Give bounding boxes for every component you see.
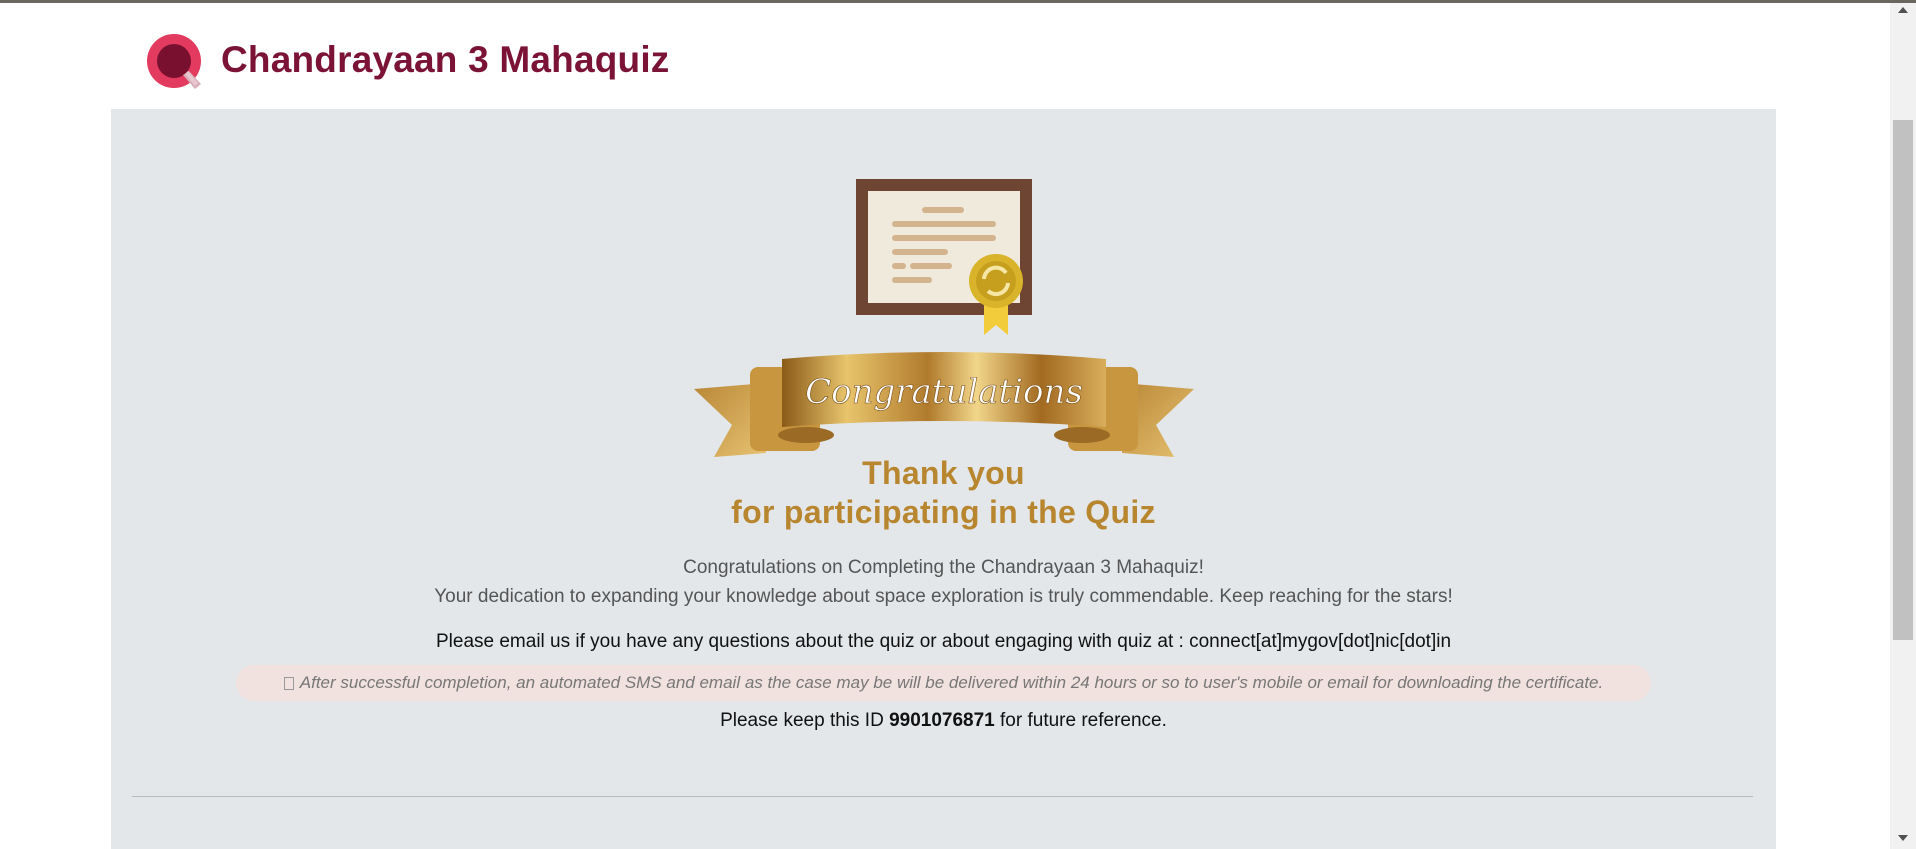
congratulations-line-2: Your dedication to expanding your knowle… <box>434 586 1453 607</box>
certificate-notice: After successful completion, an automate… <box>236 665 1651 701</box>
reference-id-value: 9901076871 <box>889 710 995 731</box>
completion-panel: Congratulations Thank you for participat… <box>111 109 1776 849</box>
vertical-scrollbar[interactable] <box>1890 3 1916 849</box>
scrollbar-thumb[interactable] <box>1893 120 1913 640</box>
scroll-down-arrow-icon[interactable] <box>1898 835 1908 841</box>
contact-email-text: Please email us if you have any question… <box>435 631 1452 652</box>
info-icon <box>283 676 294 690</box>
congratulations-message: Congratulations on Completing the Chandr… <box>111 553 1776 611</box>
reference-id-text: Please keep this ID 9901076871 for futur… <box>111 710 1776 732</box>
scroll-up-arrow-icon[interactable] <box>1898 7 1908 13</box>
certificate-notice-text: After successful completion, an automate… <box>299 673 1604 692</box>
reference-id-suffix: for future reference. <box>994 710 1167 731</box>
congratulations-line-1: Congratulations on Completing the Chandr… <box>683 557 1204 578</box>
reference-id-prefix: Please keep this ID <box>720 710 890 731</box>
certificate-icon <box>856 179 1032 335</box>
divider <box>132 796 1753 797</box>
quiz-q-logo-icon[interactable] <box>145 31 207 97</box>
page-title: Chandrayaan 3 Mahaquiz <box>221 39 670 80</box>
thank-you-heading: Thank you <box>862 455 1025 491</box>
svg-text:Congratulations: Congratulations <box>805 372 1083 412</box>
participation-heading: for participating in the Quiz <box>731 494 1156 530</box>
site-header: Chandrayaan 3 Mahaquiz <box>0 3 1890 109</box>
